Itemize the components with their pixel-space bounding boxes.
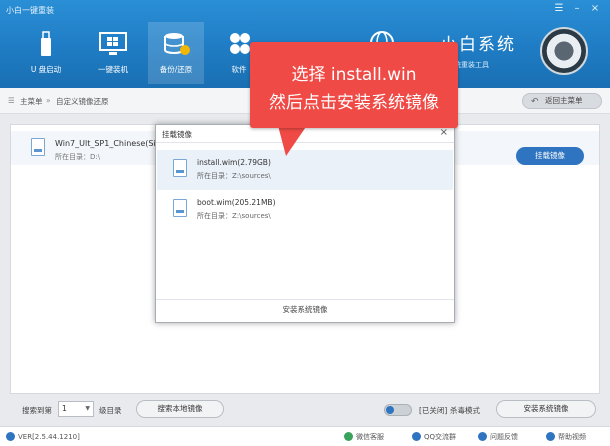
status-bar: VER[2.5.44.1210] 微信客服 QQ交流群 问题反馈 帮助视频	[0, 426, 610, 446]
wim-item-name: boot.wim(205.21MB)	[197, 198, 276, 207]
dialog-close-icon[interactable]: ×	[440, 127, 448, 138]
qq-icon	[412, 432, 421, 441]
back-to-main-label: 返回主菜单	[545, 96, 583, 105]
nav-one-click-install[interactable]: 一键装机	[84, 22, 142, 84]
dialog-install-button[interactable]: 安装系统镜像	[156, 304, 454, 315]
usb-drive-icon	[41, 31, 51, 56]
mount-image-dialog: 挂载镜像 × install.wim(2.79GB) 所在目录：Z:\sourc…	[155, 124, 455, 323]
wim-file-icon	[173, 159, 187, 177]
wechat-support-link[interactable]: 微信客服	[344, 432, 384, 442]
feedback-link[interactable]: 问题反馈	[478, 432, 518, 442]
backup-restore-icon	[164, 33, 190, 55]
feedback-icon	[478, 432, 487, 441]
dialog-divider	[156, 142, 454, 143]
qq-label: QQ交流群	[424, 433, 457, 441]
nav-label-backup-restore: 备份/还原	[159, 65, 193, 74]
toggle-state-label: [已关闭]	[419, 406, 448, 415]
help-video-link[interactable]: 帮助视频	[546, 432, 586, 442]
file-icon	[31, 138, 45, 156]
install-system-image-button[interactable]: 安装系统镜像	[496, 400, 596, 418]
toggle-knob	[386, 406, 394, 414]
version-info: VER[2.5.44.1210]	[6, 432, 80, 441]
nav-label-one-click-install: 一键装机	[98, 65, 128, 74]
feedback-label: 问题反馈	[490, 433, 518, 441]
mount-image-button[interactable]: 挂载镜像	[516, 147, 584, 165]
nav-backup-restore[interactable]: 备份/还原	[148, 22, 204, 84]
back-to-main-button[interactable]: ↶ 返回主菜单	[522, 93, 602, 109]
wechat-label: 微信客服	[356, 433, 384, 441]
callout-line-2: 然后点击安装系统镜像	[269, 93, 439, 113]
wim-item-name: install.wim(2.79GB)	[197, 158, 271, 167]
wim-item-dir: 所在目录：Z:\sources\	[197, 172, 271, 180]
dialog-title: 挂载镜像	[162, 130, 192, 139]
windows-monitor-icon	[99, 32, 127, 55]
nav-label-usb-boot: U 盘启动	[30, 65, 62, 74]
info-icon	[6, 432, 15, 441]
breadcrumb-current: 自定义镜像还原	[56, 97, 109, 106]
title-bar: 小白一键重装 ☰ – ×	[0, 0, 610, 20]
dialog-footer-divider	[156, 299, 454, 300]
breadcrumb-separator: »	[46, 96, 51, 105]
chevron-down-icon: ▼	[85, 405, 90, 412]
search-local-image-button[interactable]: 搜索本地镜像	[136, 400, 224, 418]
app-title: 小白一键重装	[6, 6, 54, 15]
close-icon[interactable]: ×	[588, 2, 602, 16]
logo-icon	[540, 27, 588, 75]
depth-select[interactable]: 1 ▼	[58, 401, 94, 417]
antivirus-mode-toggle[interactable]	[384, 404, 412, 416]
bottom-controls: 搜索到第 1 ▼ 级目录 搜索本地镜像 [已关闭] 杀毒模式 安装系统镜像	[0, 396, 610, 424]
nav-usb-boot[interactable]: U 盘启动	[18, 22, 74, 84]
image-file-name: Win7_Ult_SP1_Chinese(Si	[55, 139, 156, 148]
wechat-icon	[344, 432, 353, 441]
callout-line-1: 选择 install.win	[291, 65, 417, 85]
image-file-path: 所在目录：D:\	[55, 153, 101, 161]
wim-list-item-install[interactable]: install.wim(2.79GB) 所在目录：Z:\sources\	[157, 150, 453, 190]
search-depth-label: 搜索到第	[22, 406, 52, 415]
instruction-callout: 选择 install.win 然后点击安装系统镜像	[250, 42, 458, 128]
back-arrow-icon: ↶	[531, 97, 539, 107]
help-video-label: 帮助视频	[558, 433, 586, 441]
help-video-icon	[546, 432, 555, 441]
version-text: VER[2.5.44.1210]	[18, 433, 80, 441]
menu-icon[interactable]: ☰	[552, 2, 566, 16]
depth-unit-label: 级目录	[99, 406, 122, 415]
wim-item-dir: 所在目录：Z:\sources\	[197, 212, 271, 220]
breadcrumb-home[interactable]: 主菜单	[20, 96, 43, 107]
qq-group-link[interactable]: QQ交流群	[412, 432, 456, 442]
depth-value: 1	[62, 404, 67, 413]
menu-lines-icon: ☰	[8, 96, 15, 105]
wim-file-icon	[173, 199, 187, 217]
wim-list-item-boot[interactable]: boot.wim(205.21MB) 所在目录：Z:\sources\	[157, 190, 453, 230]
minimize-icon[interactable]: –	[570, 2, 584, 16]
antivirus-mode-label: 杀毒模式	[450, 406, 480, 415]
